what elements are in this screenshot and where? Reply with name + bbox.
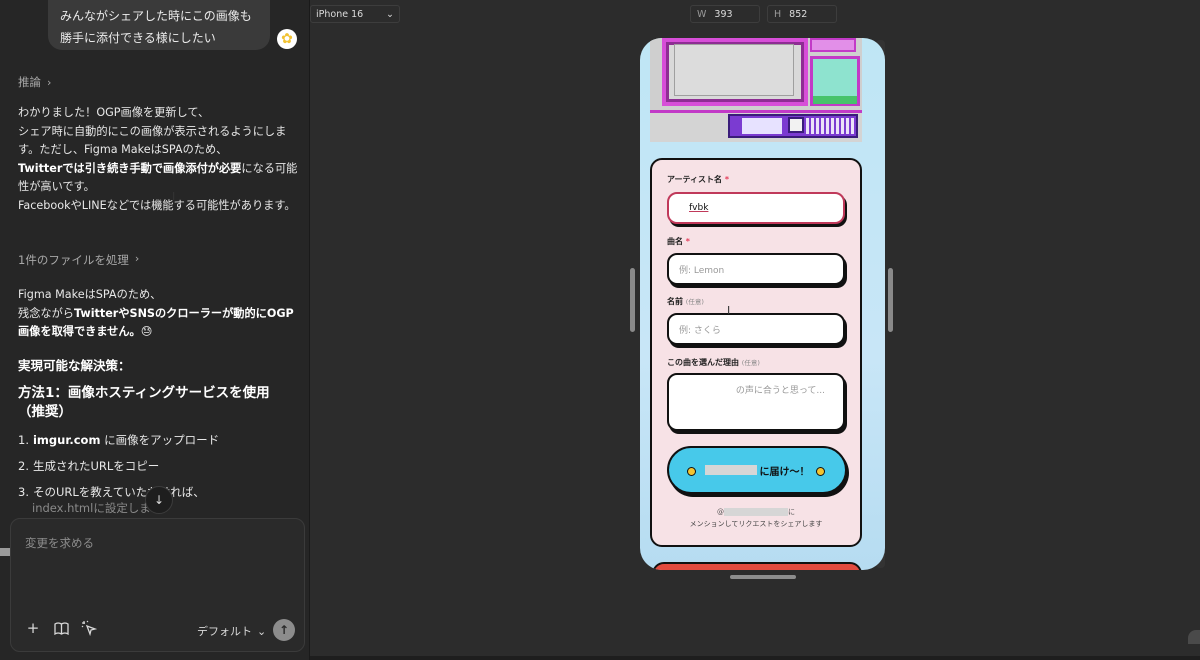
device-select[interactable]: iPhone 16 ⌄ <box>310 5 400 23</box>
phone-preview: アーティスト名 * fvbk 曲名 * 例: Lemon 名前 (任意) 例: … <box>640 38 885 570</box>
banner-image <box>650 38 862 142</box>
width-field[interactable]: W 393 <box>690 5 760 23</box>
solutions-heading: 実現可能な解決策： <box>18 358 131 373</box>
request-form: アーティスト名 * fvbk 曲名 * 例: Lemon 名前 (任意) 例: … <box>650 158 862 547</box>
method1-heading: 方法1：画像ホスティングサービスを使用（推奨） <box>18 385 270 420</box>
gift-icon <box>788 117 804 133</box>
book-icon[interactable] <box>52 619 70 637</box>
point-select-icon[interactable] <box>80 619 98 637</box>
resize-handle-left[interactable] <box>630 268 635 332</box>
arrow-up-icon: ↑ <box>278 623 290 637</box>
name-label: 名前 (任意) <box>667 297 704 306</box>
text-cursor-icon: I <box>727 304 731 317</box>
arrow-down-icon: ↓ <box>153 493 165 507</box>
redacted-handle <box>724 508 788 516</box>
dot-icon <box>687 467 696 476</box>
list-item: 2. 生成されたURLをコピー <box>18 459 160 473</box>
user-avatar[interactable]: ✿ <box>277 29 297 49</box>
plus-icon[interactable]: + <box>24 619 42 637</box>
chevron-down-icon: ⌄ <box>386 8 394 20</box>
redacted-name <box>704 465 757 475</box>
song-input[interactable]: 例: Lemon <box>667 253 845 285</box>
chat-composer[interactable]: 変更を求める + デフォルト ⌄ ↑ <box>10 518 305 652</box>
files-processed-toggle[interactable]: 1件のファイルを処理 › <box>18 252 139 268</box>
scroll-down-button[interactable]: ↓ <box>145 486 173 514</box>
list-item-continued: index.htmlに設定しま <box>32 501 151 515</box>
response-paragraph: わかりました！OGP画像を更新して、 シェア時に自動的にこの画像が表示されるよう… <box>18 106 298 212</box>
reason-label: この曲を選んだ理由 (任意) <box>667 358 760 367</box>
list-item: 1. imgur.com に画像をアップロード <box>18 433 220 447</box>
name-input[interactable]: 例: さくら <box>667 313 845 345</box>
dot-icon <box>816 467 825 476</box>
song-label: 曲名 * <box>667 237 690 246</box>
list-item: 3. そのURLを教えていただければ、 <box>18 485 205 499</box>
chevron-right-icon: › <box>47 75 52 89</box>
mention-line: @ に <box>717 508 795 516</box>
submit-button[interactable]: に届け〜！ <box>667 446 847 494</box>
response-paragraph-2: Figma MakeはSPAのため、 残念ながらTwitterやSNSのクローラ… <box>18 288 294 338</box>
preview-canvas: iPhone 16 ⌄ W 393 H 852 アーティスト名 * fvbk 曲… <box>310 0 1200 660</box>
artist-label: アーティスト名 * <box>667 175 730 184</box>
chevron-right-icon: › <box>134 252 140 265</box>
reasoning-label: 推論 <box>18 75 41 89</box>
composer-input[interactable]: 変更を求める <box>25 535 94 551</box>
user-message: みんながシェアした時にこの画像も勝手に添付できる様にしたい <box>48 0 270 50</box>
chat-panel: みんながシェアした時にこの画像も勝手に添付できる様にしたい ✿ 推論 › わかり… <box>0 0 310 660</box>
model-select[interactable]: デフォルト ⌄ <box>197 623 266 639</box>
chevron-down-icon: ⌄ <box>257 624 267 638</box>
reason-textarea[interactable]: の声に合うと思って... <box>667 373 845 431</box>
next-section-card <box>652 562 862 570</box>
panel-handle[interactable] <box>0 548 10 556</box>
height-field[interactable]: H 852 <box>767 5 837 23</box>
send-button[interactable]: ↑ <box>273 619 295 641</box>
text-cursor-icon: I <box>172 190 176 203</box>
resize-handle-right[interactable] <box>888 268 893 332</box>
home-indicator <box>730 575 796 579</box>
artist-input[interactable]: fvbk <box>667 192 845 224</box>
banner-tv <box>662 38 808 106</box>
reasoning-toggle[interactable]: 推論 › <box>18 74 51 90</box>
share-note: メンションしてリクエストをシェアします <box>689 520 823 528</box>
